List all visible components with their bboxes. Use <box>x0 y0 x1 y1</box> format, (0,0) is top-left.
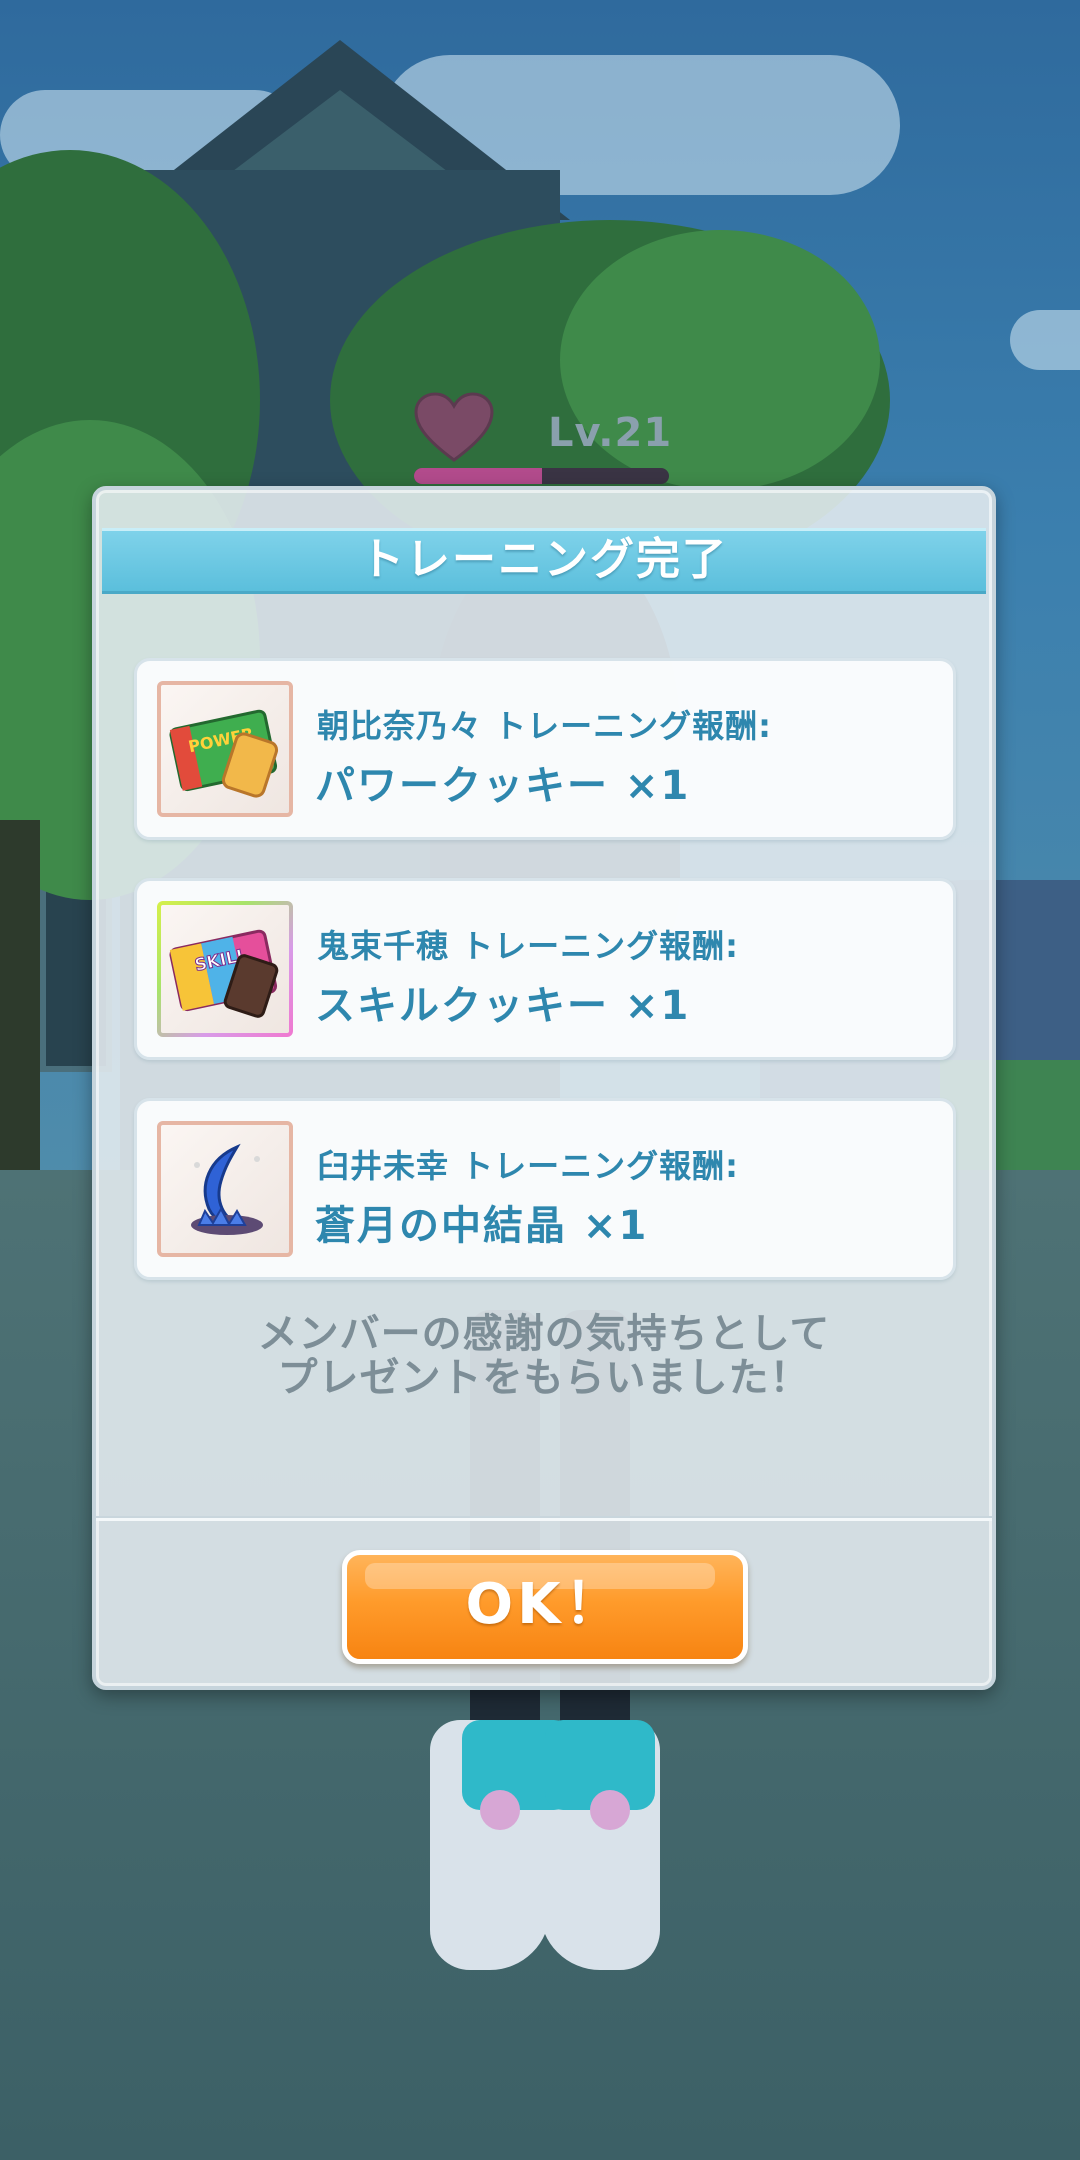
thanks-message-line: メンバーの感謝の気持ちとして <box>257 1311 831 1357</box>
dialog-title: トレーニング完了 <box>360 534 728 585</box>
affection-bar <box>414 468 669 484</box>
dialog-header: トレーニング完了 <box>102 528 986 594</box>
blue-moon-crystal-icon <box>191 1143 263 1235</box>
ok-button[interactable]: OK！ <box>342 1550 748 1664</box>
item-frame <box>157 1121 293 1257</box>
reward-card: POWER 朝比奈乃々 トレーニング報酬: パワークッキー ×1 <box>134 658 956 840</box>
reward-card: SKILL 鬼束千穂 トレーニング報酬: スキルクッキー ×1 <box>134 878 956 1060</box>
reward-card: 臼井未幸 トレーニング報酬: 蒼月の中結晶 ×1 <box>134 1098 956 1280</box>
training-complete-dialog: トレーニング完了 POWER 朝比奈乃々 トレーニング報酬: パワークッキー ×… <box>92 486 996 1690</box>
reward-label: 臼井未幸 トレーニング報酬: <box>317 1147 739 1185</box>
reward-label: 朝比奈乃々 トレーニング報酬: <box>317 707 772 745</box>
item-frame: SKILL <box>157 901 293 1037</box>
ok-button-label: OK！ <box>465 1572 625 1637</box>
character-bow <box>480 1790 520 1830</box>
reward-label: 鬼束千穂 トレーニング報酬: <box>317 927 739 965</box>
level-text: Lv.21 <box>548 410 673 456</box>
thanks-message-line: プレゼントをもらいました！ <box>277 1355 811 1401</box>
affection-bar-fill <box>414 468 542 484</box>
thanks-message: メンバーの感謝の気持ちとして プレゼントをもらいました！ <box>96 1312 992 1400</box>
reward-item: 蒼月の中結晶 ×1 <box>315 1203 649 1249</box>
power-cookie-icon: POWER <box>169 709 279 798</box>
item-frame: POWER <box>157 681 293 817</box>
reward-item: スキルクッキー ×1 <box>315 983 691 1029</box>
skill-cookie-icon: SKILL <box>169 929 279 1018</box>
reward-item: パワークッキー ×1 <box>315 763 691 809</box>
tree-trunk <box>0 820 40 1170</box>
heart-icon <box>414 392 494 462</box>
character-bow <box>590 1790 630 1830</box>
cloud <box>1010 310 1080 370</box>
divider <box>96 1516 992 1521</box>
